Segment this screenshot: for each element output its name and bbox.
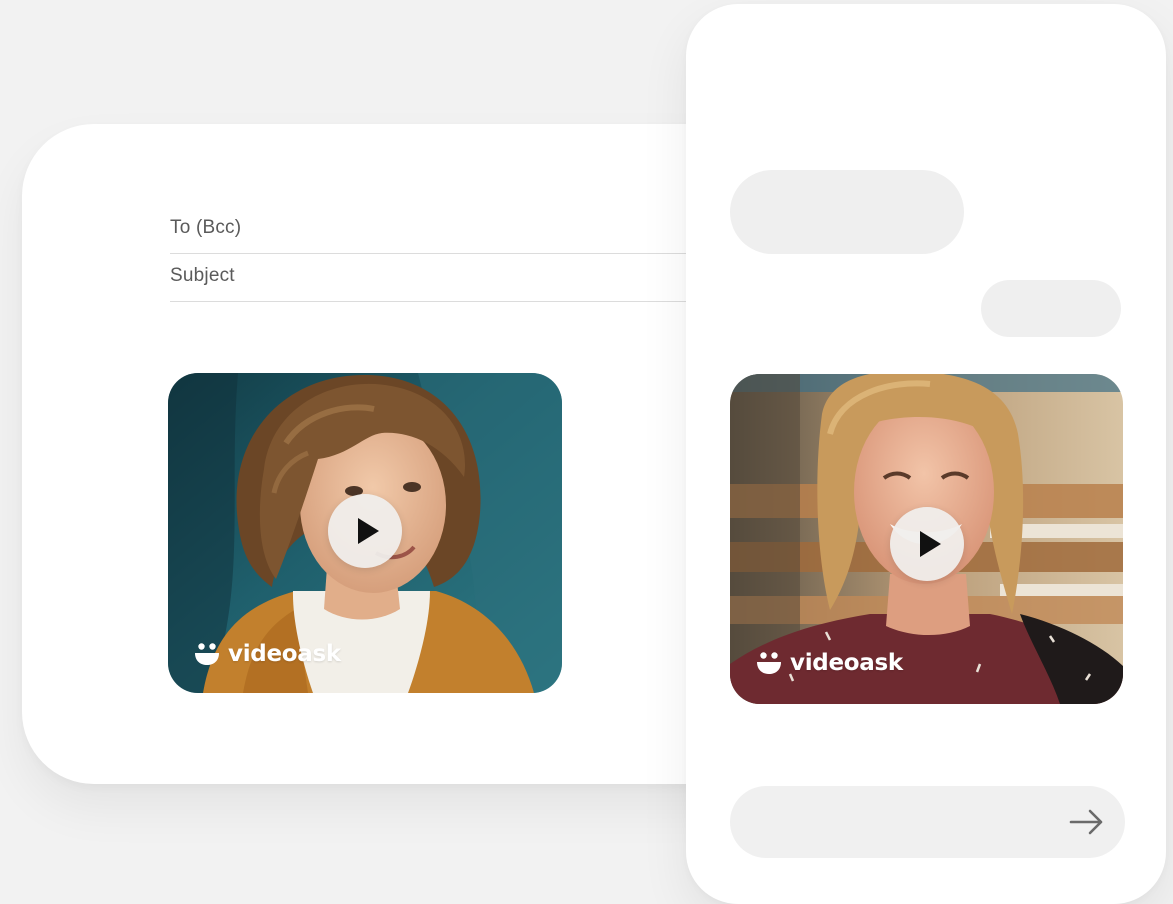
to-bcc-field[interactable]: To (Bcc) — [170, 208, 730, 254]
email-videoask-logo: videoask — [194, 641, 341, 667]
play-icon — [920, 531, 941, 557]
message-input[interactable] — [730, 786, 1125, 858]
email-video-thumbnail[interactable]: videoask — [168, 373, 562, 693]
videoask-wordmark: videoask — [228, 641, 341, 667]
arrow-right-icon[interactable] — [1069, 806, 1105, 838]
phone-videoask-logo: videoask — [756, 650, 903, 676]
chat-bubble-incoming — [730, 170, 964, 254]
email-composer-card: To (Bcc) Subject videoask — [22, 124, 782, 784]
chat-bubble-outgoing — [981, 280, 1121, 337]
phone-video-thumbnail[interactable]: videoask — [730, 374, 1123, 704]
phone-chat-card: videoask — [686, 4, 1166, 904]
subject-label: Subject — [170, 265, 235, 286]
smiley-logo-icon — [194, 642, 220, 666]
subject-field[interactable]: Subject — [170, 258, 730, 302]
to-bcc-label: To (Bcc) — [170, 217, 242, 238]
smiley-logo-icon — [756, 651, 782, 675]
phone-play-button[interactable] — [890, 507, 964, 581]
play-icon — [358, 518, 379, 544]
email-play-button[interactable] — [328, 494, 402, 568]
videoask-wordmark: videoask — [790, 650, 903, 676]
